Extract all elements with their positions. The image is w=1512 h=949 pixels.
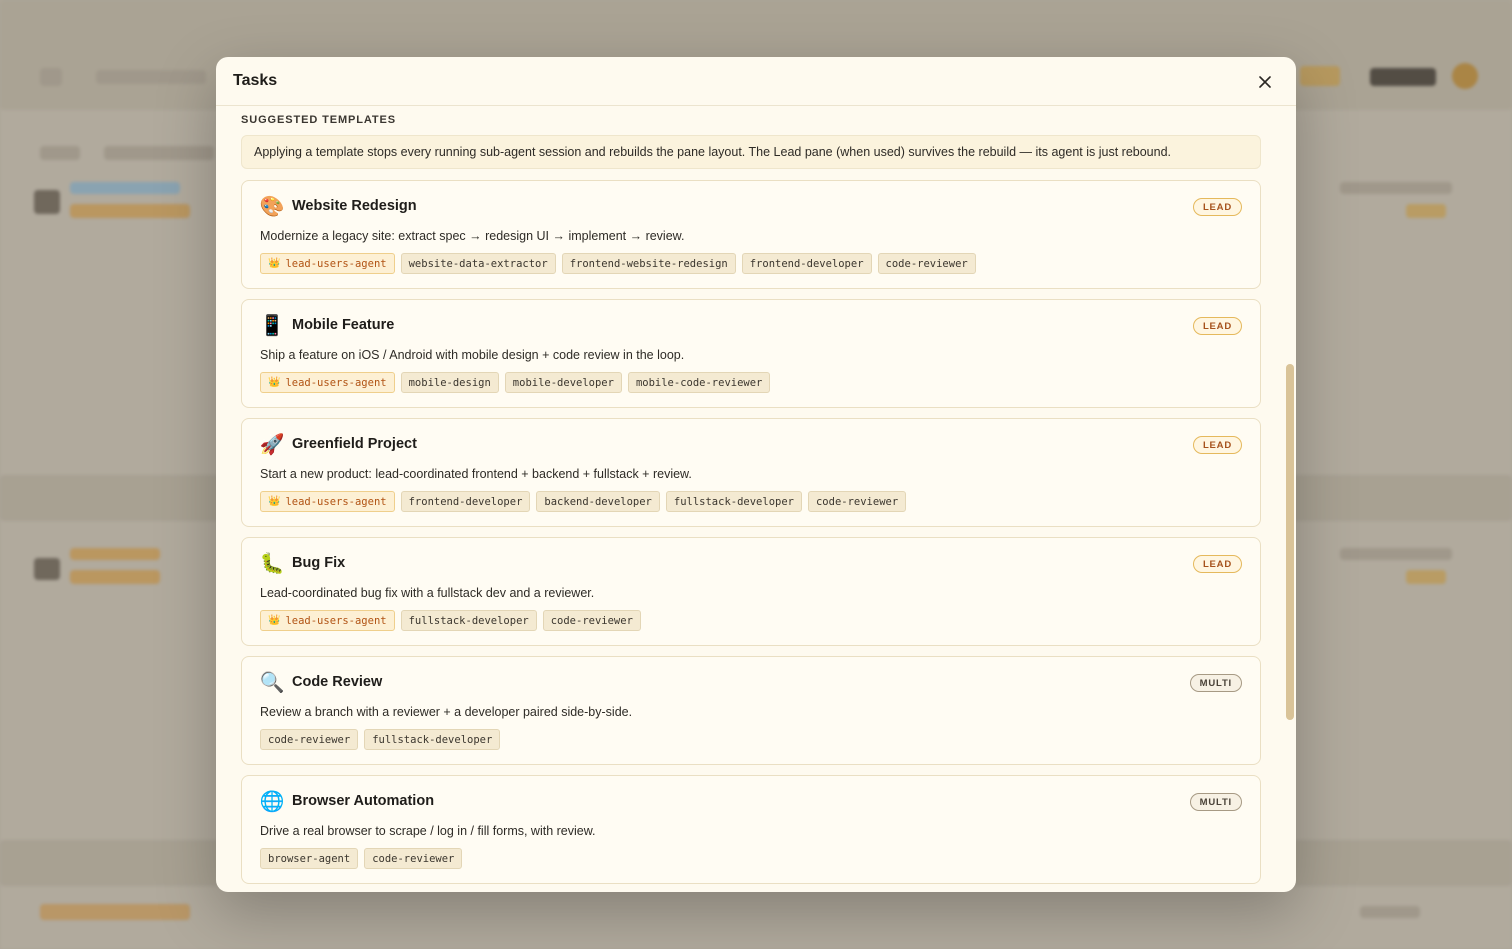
agent-chip-label: backend-developer [544, 495, 652, 508]
agent-chip: mobile-design [400, 372, 499, 393]
template-title: Mobile Feature [292, 317, 395, 333]
agent-chip-label: lead-users-agent [285, 495, 387, 508]
mode-badge: LEAD [1192, 436, 1242, 454]
agent-chip: code-reviewer [877, 253, 976, 274]
bug-icon: 🐛 [259, 552, 285, 575]
template-description: Modernize a legacy site: extract spec → … [260, 229, 685, 243]
crown-icon: 👑 [268, 377, 281, 388]
template-card-header: 📱 Mobile Feature [260, 313, 1242, 337]
template-card[interactable]: 🌐 Browser Automation MULTI Drive a real bro… [241, 775, 1261, 884]
agent-chip: browser-agent [260, 848, 359, 869]
template-card[interactable]: 🚀 Greenfield Project LEAD Start a new produ… [241, 418, 1261, 527]
modal-title: Tasks [233, 72, 278, 89]
lead-agent-chip: 👑 lead-users-agent [260, 372, 395, 393]
agent-chip: fullstack-developer [364, 729, 501, 750]
mode-badge: LEAD [1192, 317, 1242, 335]
agent-chip-label: mobile-code-reviewer [635, 376, 763, 389]
agent-chip: frontend-developer [741, 253, 872, 274]
template-card[interactable]: 🐛 Bug Fix LEAD Lead-coordinated bug fix wit… [241, 537, 1261, 646]
tasks-modal: Tasks SUGGESTED TEMPLATES Applying a tem… [216, 57, 1296, 892]
section-label: SUGGESTED TEMPLATES [241, 114, 397, 126]
template-title: Code Review [292, 674, 383, 690]
close-icon [1259, 76, 1271, 88]
agent-chip: code-reviewer [807, 491, 907, 512]
template-description: Ship a feature on iOS / Android with mob… [260, 348, 685, 362]
lead-agent-chip: 👑 lead-users-agent [260, 491, 395, 512]
agent-chip: code-reviewer [364, 848, 463, 869]
template-card-header: 🌐 Browser Automation [260, 789, 1242, 813]
agent-chip-label: code-reviewer [372, 852, 455, 865]
agent-chip-label: fullstack-developer [673, 495, 794, 508]
agent-chips: 👑 lead-users-agent mobile-design mobile-dev… [260, 372, 1242, 393]
template-card[interactable]: 🎨 Website Redesign LEAD Modernize a legacy … [241, 180, 1261, 289]
agent-chip: mobile-developer [504, 372, 622, 393]
agent-chip-label: code-reviewer [550, 614, 633, 627]
crown-icon: 👑 [268, 496, 281, 507]
agent-chip-label: code-reviewer [268, 733, 351, 746]
rocket-icon: 🚀 [259, 433, 285, 456]
mode-badge: MULTI [1189, 674, 1242, 692]
agent-chip-label: mobile-developer [512, 376, 614, 389]
globe-icon: 🌐 [259, 790, 285, 813]
agent-chips: 👑 lead-users-agent fullstack-developer code… [260, 610, 1242, 631]
agent-chip: fullstack-developer [665, 491, 802, 512]
agent-chip-label: lead-users-agent [285, 376, 387, 389]
agent-chip: code-reviewer [542, 610, 641, 631]
agent-chips: 👑 lead-users-agent frontend-developer backe… [260, 491, 1242, 512]
mode-badge: MULTI [1189, 793, 1242, 811]
paintbrush-icon: 🎨 [259, 195, 285, 218]
agent-chip-label: frontend-developer [408, 495, 523, 508]
template-card[interactable]: 📱 Mobile Feature LEAD Ship a feature on iOS… [241, 299, 1261, 408]
agent-chip: mobile-code-reviewer [627, 372, 771, 393]
agent-chip: code-reviewer [260, 729, 359, 750]
modal-body: SUGGESTED TEMPLATES Applying a template … [216, 107, 1296, 892]
template-card-header: 🐛 Bug Fix [260, 551, 1242, 575]
agent-chip: backend-developer [536, 491, 660, 512]
scrollbar[interactable] [1286, 364, 1294, 720]
template-notice: Applying a template stops every running … [241, 135, 1261, 169]
agent-chip: website-data-extractor [400, 253, 556, 274]
template-description: Drive a real browser to scrape / log in … [260, 824, 596, 838]
agent-chip-label: fullstack-developer [408, 614, 529, 627]
template-card[interactable]: 🔍 Code Review MULTI Review a branch with a … [241, 656, 1261, 765]
template-description: Lead-coordinated bug fix with a fullstac… [260, 586, 595, 600]
template-title: Browser Automation [292, 793, 435, 809]
agent-chip: fullstack-developer [400, 610, 537, 631]
mode-badge: LEAD [1192, 198, 1242, 216]
agent-chips: browser-agent code-reviewer [260, 848, 1242, 869]
template-description: Start a new product: lead-coordinated fr… [260, 467, 692, 481]
template-title: Bug Fix [292, 555, 346, 571]
template-card-header: 🔍 Code Review [260, 670, 1242, 694]
agent-chip-label: lead-users-agent [285, 257, 387, 270]
crown-icon: 👑 [268, 615, 281, 626]
magnifier-icon: 🔍 [259, 671, 285, 694]
agent-chip-label: mobile-design [408, 376, 491, 389]
mode-badge: LEAD [1192, 555, 1242, 573]
template-card-header: 🎨 Website Redesign [260, 194, 1242, 218]
agent-chip-label: frontend-developer [749, 257, 864, 270]
template-title: Website Redesign [292, 198, 417, 214]
agent-chips: code-reviewer fullstack-developer [260, 729, 1242, 750]
agent-chip: frontend-developer [400, 491, 531, 512]
lead-agent-chip: 👑 lead-users-agent [260, 610, 395, 631]
agent-chip-label: fullstack-developer [372, 733, 493, 746]
crown-icon: 👑 [268, 258, 281, 269]
mobile-phone-icon: 📱 [259, 314, 285, 337]
template-title: Greenfield Project [292, 436, 417, 452]
agent-chip-label: lead-users-agent [285, 614, 387, 627]
agent-chip-label: browser-agent [268, 852, 351, 865]
close-button[interactable] [1254, 71, 1276, 93]
lead-agent-chip: 👑 lead-users-agent [260, 253, 395, 274]
agent-chip-label: website-data-extractor [408, 257, 548, 270]
template-list: 🎨 Website Redesign LEAD Modernize a legacy … [241, 180, 1261, 884]
agent-chip-label: code-reviewer [815, 495, 899, 508]
agent-chip-label: frontend-website-redesign [569, 257, 728, 270]
agent-chip: frontend-website-redesign [561, 253, 736, 274]
template-description: Review a branch with a reviewer + a deve… [260, 705, 633, 719]
template-card-header: 🚀 Greenfield Project [260, 432, 1242, 456]
agent-chip-label: code-reviewer [885, 257, 968, 270]
modal-header: Tasks [216, 57, 1296, 106]
agent-chips: 👑 lead-users-agent website-data-extractor f… [260, 253, 1242, 274]
